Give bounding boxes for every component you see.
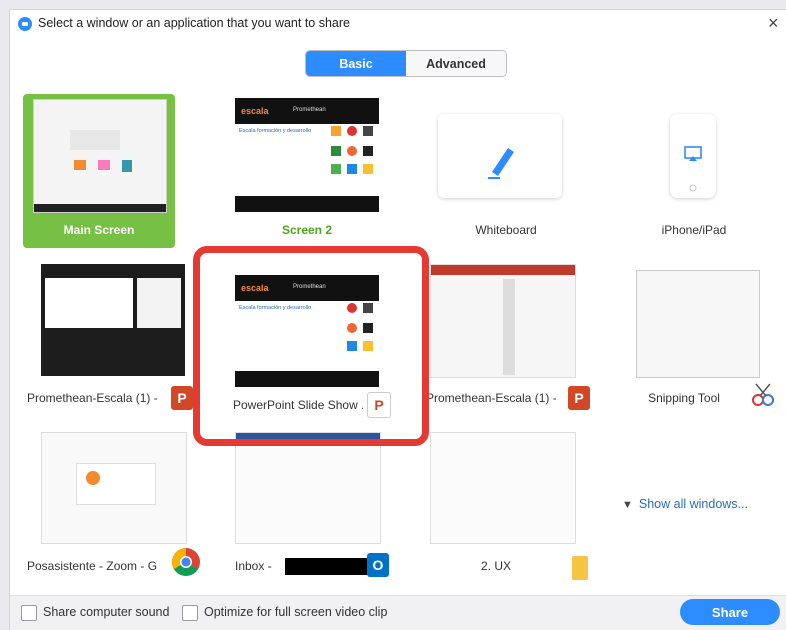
airplay-icon [684,146,702,192]
zoom-logo-icon [18,17,32,31]
tile-label: iPhone/iPad [661,223,727,237]
scissors-icon [752,383,774,406]
close-icon[interactable]: × [768,13,779,34]
promethean-thumbnail [41,264,185,376]
tile-label: Promethean-Escala (1) - ... [426,391,556,405]
promethean-2-thumbnail [430,264,576,378]
tile-label: Snipping Tool [648,391,720,405]
snipping-tool-thumbnail [636,270,760,378]
folder-icon [572,556,588,580]
tile-screen-2[interactable]: escala Promethean Escala formación y des… [231,94,383,248]
show-all-windows-link[interactable]: ▼ Show all windows... [622,497,748,511]
main-screen-thumbnail [33,99,167,213]
tile-label: Promethean-Escala (1) - ... [27,391,157,405]
tile-label: 2. UX [480,559,511,573]
posasistente-thumbnail [41,432,187,544]
tile-posasistente[interactable]: Posasistente - Zoom - G... [23,430,200,584]
share-mode-tabs: Basic Advanced [305,50,507,77]
outlook-icon: O [367,553,389,577]
tile-promethean-1[interactable]: Promethean-Escala (1) - ... P [23,262,193,416]
tile-label: Whiteboard [475,223,537,237]
share-button[interactable]: Share [680,599,780,625]
optimize-video-label: Optimize for full screen video clip [204,605,388,619]
title-bar: Select a window or an application that y… [10,10,786,38]
dialog-title: Select a window or an application that y… [38,16,350,30]
tile-main-screen[interactable]: Main Screen [23,94,175,248]
powerpoint-icon: P [568,386,590,410]
pen-icon [488,148,514,179]
tile-snipping-tool[interactable]: Snipping Tool [618,262,774,416]
screen-2-thumbnail: escala Promethean Escala formación y des… [235,98,379,212]
tile-whiteboard[interactable]: Whiteboard [430,94,582,248]
powerpoint-icon: P [171,386,193,410]
iphone-thumbnail [670,114,716,198]
chrome-icon [172,548,200,576]
tile-2-ux[interactable]: 2. UX [420,430,588,584]
share-screen-dialog: Select a window or an application that y… [10,10,786,630]
tile-promethean-2[interactable]: Promethean-Escala (1) - ... P [420,262,590,416]
tab-basic[interactable]: Basic [306,51,406,76]
share-sound-checkbox[interactable] [21,605,37,621]
inbox-thumbnail [235,432,381,544]
whiteboard-thumbnail [438,114,562,198]
tile-iphone-ipad[interactable]: iPhone/iPad [618,94,770,248]
tab-advanced[interactable]: Advanced [406,51,506,76]
optimize-video-checkbox[interactable] [182,605,198,621]
folder-window-thumbnail [430,432,576,544]
redacted-block [285,558,369,575]
tile-label: Posasistente - Zoom - G... [27,559,157,573]
expand-icon: ▼ [622,499,633,511]
share-sound-label: Share computer sound [43,605,170,619]
tile-label: Main Screen [63,223,135,237]
footer-bar: Share computer sound Optimize for full s… [10,595,786,630]
tile-label: Screen 2 [281,223,333,237]
tile-inbox[interactable]: Inbox - O [231,430,389,584]
annotation-highlight [193,246,429,446]
